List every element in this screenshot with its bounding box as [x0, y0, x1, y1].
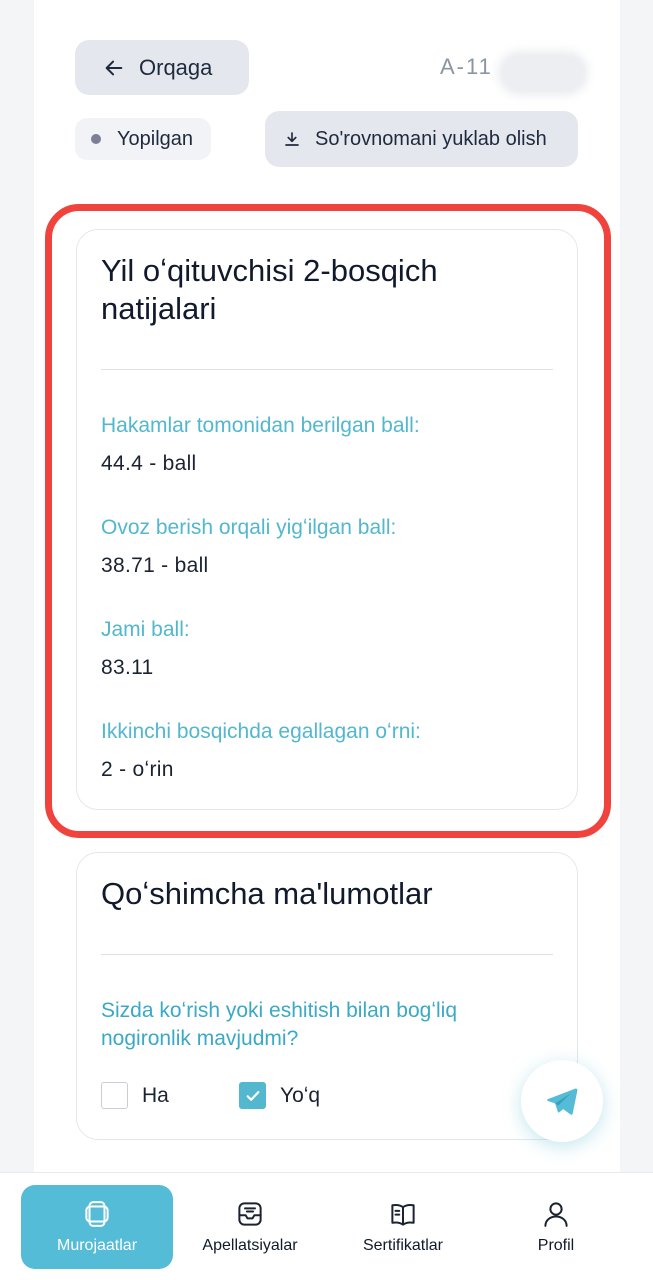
telegram-button[interactable]: [521, 1060, 603, 1142]
vote-score-label: Ovoz berish orqali yigʻilgan ball:: [101, 516, 397, 539]
nav-label-murojaatlar: Murojaatlar: [56, 1237, 138, 1254]
applications-icon: [85, 1201, 109, 1227]
total-score-label: Jami ball:: [101, 618, 190, 641]
vote-score-value: 38.71 - ball: [101, 554, 209, 577]
back-button[interactable]: Orqaga: [75, 40, 249, 95]
redacted-id-blur: [500, 53, 586, 93]
application-id: A-11: [440, 54, 493, 79]
back-button-label: Orqaga: [139, 54, 213, 80]
results-card: Yil oʻqituvchisi 2-bosqich natijalari Ha…: [76, 229, 578, 810]
arrow-left-icon: [105, 60, 123, 75]
additional-info-title: Qoʻshimcha ma'lumotlar: [101, 876, 433, 911]
total-score-value: 83.11: [101, 656, 154, 679]
results-title: Yil oʻqituvchisi 2-bosqich natijalari: [101, 253, 438, 326]
nav-item-apellatsiyalar[interactable]: Apellatsiyalar: [186, 1185, 314, 1269]
nav-label-apellatsiyalar: Apellatsiyalar: [202, 1237, 298, 1254]
jury-score-label: Hakamlar tomonidan berilgan ball:: [101, 414, 420, 437]
option-no[interactable]: Yoʻq: [239, 1082, 320, 1109]
option-no-label: Yoʻq: [280, 1083, 321, 1107]
disability-question: Sizda koʻrish yoki eshitish bilan bogʻli…: [101, 999, 458, 1050]
nav-item-profil[interactable]: Profil: [514, 1185, 598, 1269]
bottom-navigation: Murojaatlar Apellatsiyalar Sertifikatlar…: [0, 1172, 653, 1280]
nav-item-murojaatlar[interactable]: Murojaatlar: [21, 1185, 173, 1269]
telegram-send-icon: [547, 1088, 578, 1115]
download-icon: [285, 132, 299, 146]
status-badge: Yopilgan: [75, 118, 211, 160]
option-yes-label: Ha: [142, 1083, 169, 1107]
appeal-inbox-icon: [238, 1202, 262, 1226]
rank-value: 2 - oʻrin: [101, 758, 174, 781]
no-checkbox[interactable]: [239, 1082, 266, 1109]
status-dot-icon: [91, 134, 101, 144]
download-survey-button[interactable]: So'rovnomani yuklab olish: [265, 111, 578, 167]
option-yes[interactable]: Ha: [101, 1082, 169, 1109]
additional-info-divider: [101, 954, 553, 955]
rank-label: Ikkinchi bosqichda egallagan oʻrni:: [101, 720, 421, 743]
results-divider: [101, 369, 553, 370]
status-label: Yopilgan: [117, 127, 194, 150]
download-survey-label: So'rovnomani yuklab olish: [315, 127, 547, 150]
jury-score-value: 44.4 - ball: [101, 452, 197, 475]
checkmark-icon: [246, 1090, 259, 1101]
certificate-book-icon: [391, 1204, 415, 1226]
profile-icon: [544, 1202, 568, 1227]
nav-label-profil: Profil: [537, 1237, 575, 1254]
nav-item-sertifikatlar[interactable]: Sertifikatlar: [346, 1185, 460, 1269]
nav-label-sertifikatlar: Sertifikatlar: [362, 1237, 444, 1254]
additional-info-card: Qoʻshimcha ma'lumotlar Sizda koʻrish yok…: [76, 852, 578, 1140]
yes-checkbox[interactable]: [101, 1082, 128, 1109]
